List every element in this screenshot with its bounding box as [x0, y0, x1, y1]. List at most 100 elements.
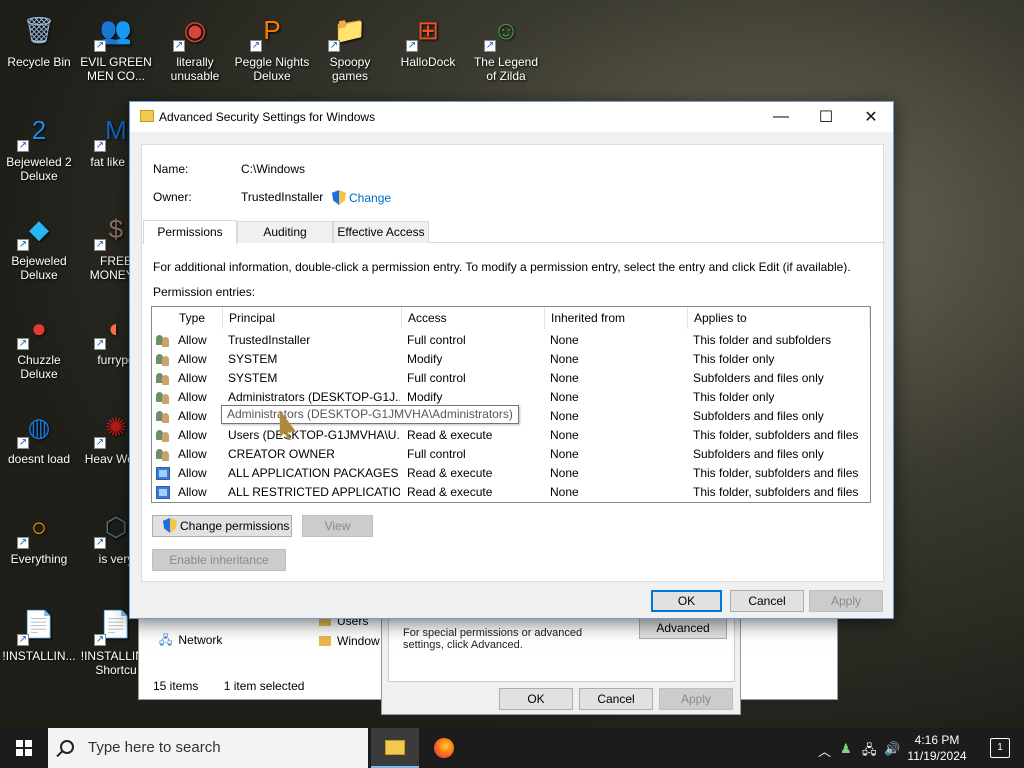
props-advanced-hint: For special permissions or advanced sett… — [403, 627, 583, 651]
minimize-button[interactable]: — — [758, 102, 804, 132]
table-row[interactable]: Allow TrustedInstaller Full control None Thi… — [152, 331, 870, 350]
cell-inherited: None — [550, 390, 579, 404]
network-icon[interactable]: 🖧 — [862, 741, 877, 763]
tab-effective-access[interactable]: Effective Access — [333, 221, 429, 243]
desktop-icon[interactable]: 📁 ↗ Spoopy games — [312, 8, 388, 83]
table-row[interactable]: Allow ALL RESTRICTED APPLICATIO... Read & … — [152, 483, 870, 502]
package-icon — [156, 467, 170, 480]
desktop-icon[interactable]: 📄 ↗ !INSTALLIN... — [1, 602, 77, 663]
shortcut-arrow-icon: ↗ — [94, 338, 106, 350]
shortcut-arrow-icon: ↗ — [17, 537, 29, 549]
table-row[interactable]: Allow Users (DESKTOP-G1JMVHA\U... Read & e… — [152, 426, 870, 445]
name-value: C:\Windows — [241, 162, 306, 176]
cell-inherited: None — [550, 352, 579, 366]
users-icon — [156, 410, 170, 423]
notification-center-button[interactable]: 1 — [990, 738, 1010, 758]
desktop-icon[interactable]: ◉ ↗ literally unusable — [157, 8, 233, 83]
column-access[interactable]: Access — [402, 307, 545, 329]
shortcut-arrow-icon: ↗ — [484, 40, 496, 52]
shortcut-arrow-icon: ↗ — [173, 40, 185, 52]
table-row[interactable]: Allow SYSTEM Modify None This folder only — [152, 350, 870, 369]
app-icon: ○ ↗ — [17, 512, 47, 549]
desktop-icon[interactable]: ○ ↗ Everything — [1, 505, 77, 566]
clock-date: 11/19/2024 — [907, 749, 967, 763]
ok-button[interactable]: OK — [651, 590, 722, 612]
taskbar-firefox[interactable] — [420, 728, 468, 768]
column-inherited-from[interactable]: Inherited from — [545, 307, 688, 329]
cancel-button[interactable]: Cancel — [730, 590, 804, 612]
desktop-icon[interactable]: 2 ↗ Bejeweled 2 Deluxe — [1, 108, 77, 183]
cell-type: Allow — [178, 352, 207, 366]
clock[interactable]: 4:16 PM 11/19/2024 — [902, 732, 972, 764]
file-explorer-icon — [385, 739, 405, 755]
enable-inheritance-button[interactable]: Enable inheritance — [152, 549, 286, 571]
cell-inherited: None — [550, 428, 579, 442]
taskbar-file-explorer[interactable] — [371, 728, 419, 768]
props-apply-button[interactable]: Apply — [659, 688, 733, 710]
tab-permissions[interactable]: Permissions — [143, 220, 237, 244]
close-button[interactable]: ✕ — [848, 102, 894, 132]
props-panel: For special permissions or advanced sett… — [388, 610, 735, 682]
firefox-icon — [434, 738, 454, 758]
view-button[interactable]: View — [302, 515, 373, 537]
advanced-button[interactable]: Advanced — [639, 617, 727, 639]
desktop-icon[interactable]: ☺ ↗ The Legend of Zilda — [468, 8, 544, 83]
desktop-icon[interactable]: P ↗ Peggle Nights Deluxe — [234, 8, 310, 83]
change-permissions-button[interactable]: Change permissions — [152, 515, 292, 537]
search-placeholder: Type here to search — [88, 739, 221, 756]
search-box[interactable]: Type here to search — [48, 728, 368, 768]
cell-principal: TrustedInstaller — [228, 333, 311, 347]
app-icon: 👥 ↗ — [94, 15, 133, 52]
desktop-icon[interactable]: 🗑 Recycle Bin — [1, 8, 77, 69]
cell-access: Full control — [407, 333, 466, 347]
cell-applies: Subfolders and files only — [693, 447, 824, 461]
desktop-icon-label: Chuzzle Deluxe — [17, 353, 61, 381]
desktop-icon[interactable]: 👥 ↗ EVIL GREEN MEN CO... — [78, 8, 154, 83]
cell-access: Read & execute — [407, 485, 493, 499]
dialog-content: Name: C:\Windows Owner: TrustedInstaller… — [141, 144, 885, 582]
users-icon — [156, 353, 170, 366]
cell-inherited: None — [550, 485, 579, 499]
cell-applies: Subfolders and files only — [693, 371, 824, 385]
nav-network[interactable]: 🖧 Network — [159, 631, 222, 652]
chevron-up-icon[interactable]: ︿ — [818, 741, 831, 760]
cell-inherited: None — [550, 466, 579, 480]
folder-windows[interactable]: Window — [315, 631, 385, 651]
owner-change-link[interactable]: Change — [332, 190, 391, 205]
desktop-icon[interactable]: ⊞ ↗ HalloDock — [390, 8, 466, 69]
column-applies-to[interactable]: Applies to — [688, 307, 870, 329]
desktop-icon-label: Peggle Nights Deluxe — [234, 55, 310, 83]
cell-applies: Subfolders and files only — [693, 409, 824, 423]
table-row[interactable]: Allow CREATOR OWNER Full control None Subfol… — [152, 445, 870, 464]
table-row[interactable]: Allow SYSTEM Full control None Subfolders an… — [152, 369, 870, 388]
desktop-icon[interactable]: ◆ ↗ Bejeweled Deluxe — [1, 207, 77, 282]
folder-icon — [140, 110, 154, 122]
app-icon: ◍ ↗ — [17, 412, 51, 449]
title-bar[interactable]: Advanced Security Settings for Windows —… — [130, 102, 893, 132]
props-cancel-button[interactable]: Cancel — [579, 688, 653, 710]
desktop-icon[interactable]: ● ↗ Chuzzle Deluxe — [1, 306, 77, 381]
info-text: For additional information, double-click… — [153, 260, 851, 274]
cell-inherited: None — [550, 333, 579, 347]
shortcut-arrow-icon: ↗ — [17, 634, 29, 646]
cell-applies: This folder only — [693, 390, 775, 404]
column-type[interactable]: Type — [173, 307, 223, 329]
tab-auditing[interactable]: Auditing — [237, 221, 333, 243]
app-icon: 2 ↗ — [17, 115, 47, 152]
column-principal[interactable]: Principal — [223, 307, 402, 329]
table-row[interactable]: Allow ALL APPLICATION PACKAGES Read & exec… — [152, 464, 870, 483]
apply-button[interactable]: Apply — [809, 590, 883, 612]
start-button[interactable] — [0, 728, 48, 768]
desktop-icon[interactable]: ◍ ↗ doesnt load — [1, 405, 77, 466]
props-ok-button[interactable]: OK — [499, 688, 573, 710]
cell-type: Allow — [178, 333, 207, 347]
clock-time: 4:16 PM — [914, 733, 960, 747]
cell-applies: This folder, subfolders and files — [693, 485, 859, 499]
maximize-button[interactable]: ☐ — [803, 102, 849, 132]
status-selected: 1 item selected — [223, 679, 305, 693]
shortcut-arrow-icon: ↗ — [94, 239, 106, 251]
users-icon — [156, 391, 170, 404]
people-icon[interactable]: ♟ — [840, 741, 852, 757]
volume-icon[interactable]: 🔊 — [884, 741, 900, 757]
cell-type: Allow — [178, 371, 207, 385]
